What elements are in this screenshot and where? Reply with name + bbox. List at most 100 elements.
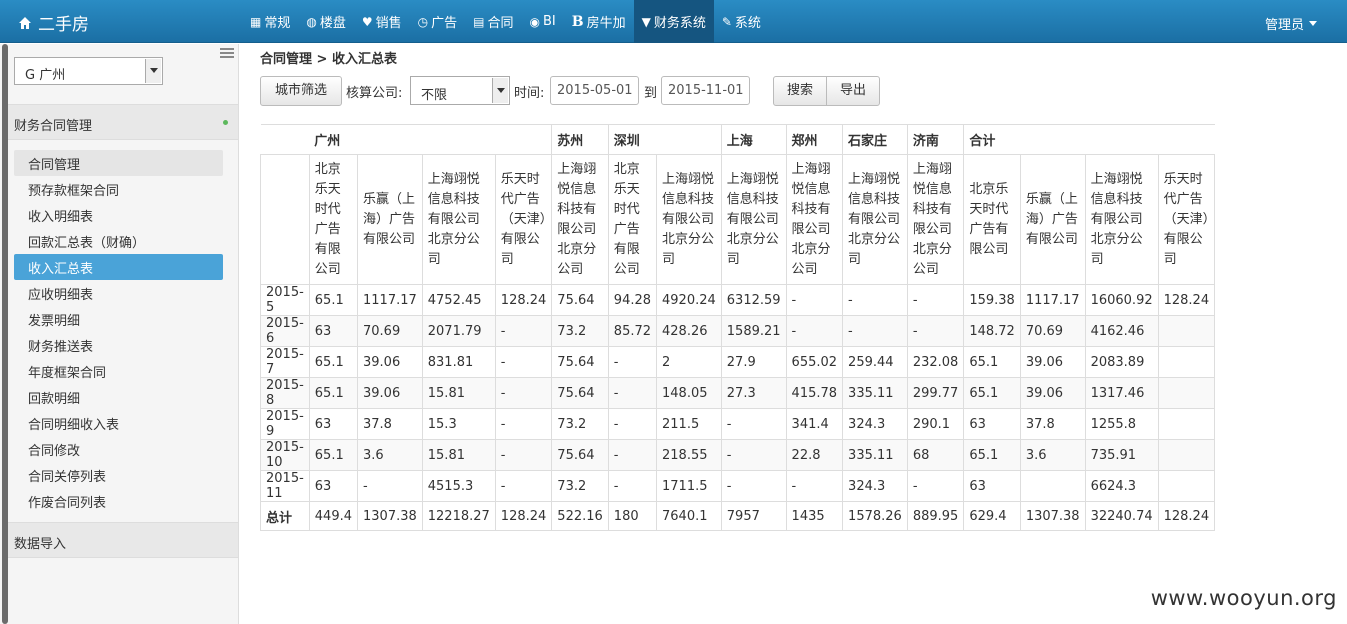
value-cell: 65.1	[963, 439, 1021, 471]
value-cell: 3.6	[1019, 439, 1086, 471]
city-header-row: 广州 苏州 深圳 上海 郑州 石家庄 济南 合计	[260, 124, 1215, 155]
company-header: 上海翊悦信息科技有限公司北京分公司	[1084, 154, 1159, 285]
value-cell	[1157, 315, 1216, 347]
sidebar-item-11[interactable]: 合同修改	[14, 436, 223, 462]
period-header	[260, 154, 310, 285]
value-cell: -	[785, 315, 844, 347]
nav-item-3[interactable]: ◷ 广告	[410, 0, 466, 43]
company-header: 上海翊悦信息科技有限公司北京分公司	[906, 154, 965, 285]
value-cell: 3.6	[357, 439, 423, 471]
value-cell	[1157, 470, 1216, 502]
value-cell: 75.64	[551, 346, 609, 378]
value-cell: 70.69	[357, 315, 423, 347]
value-cell: 63	[308, 408, 359, 440]
nav-item-6[interactable]: B 房牛加	[564, 0, 634, 43]
company-header-row: 北京乐天时代广告有限公司 乐赢（上海）广告有限公司 上海翊悦信息科技有限公司北京分公…	[260, 154, 1216, 285]
value-cell: -	[357, 470, 423, 502]
brand[interactable]: 二手房	[18, 10, 89, 35]
top-navbar: 二手房 ▦ 常规 ◍ 楼盘 ♥ 销售 ◷ 广告 ▤ 合同 ◉ BI B 房牛加 ▼ 财务系统 ✎ 系统 管理员	[0, 0, 1347, 43]
menu-collapse-icon[interactable]	[220, 48, 234, 58]
time-label: 时间:	[514, 86, 545, 101]
sidebar-item-4[interactable]: 收入汇总表	[14, 254, 223, 280]
value-cell: -	[842, 284, 908, 316]
value-cell: 37.8	[357, 408, 423, 440]
nav-item-8[interactable]: ✎ 系统	[714, 0, 769, 43]
city-select[interactable]: G 广州	[14, 57, 163, 85]
value-cell: -	[494, 377, 553, 409]
nav-item-4[interactable]: ▤ 合同	[465, 0, 521, 43]
city-header: 上海	[720, 124, 787, 155]
value-cell: -	[785, 284, 844, 316]
value-cell: -	[607, 346, 658, 378]
clock-icon: ◷	[417, 14, 429, 29]
value-cell: -	[607, 408, 658, 440]
sidebar-item-5[interactable]: 应收明细表	[14, 280, 223, 306]
company-select[interactable]: 不限	[410, 76, 510, 105]
search-button[interactable]: 搜索	[773, 76, 827, 106]
sidebar-section-import[interactable]: 数据导入	[8, 522, 238, 558]
value-cell: 2083.89	[1084, 346, 1159, 378]
nav-item-2[interactable]: ♥ 销售	[354, 0, 410, 43]
heart-icon: ♥	[361, 14, 373, 29]
sidebar-item-1[interactable]: 预存款框架合同	[14, 176, 223, 202]
value-cell: -	[607, 470, 658, 502]
status-dot-icon	[223, 120, 228, 125]
sidebar-item-13[interactable]: 作废合同列表	[14, 488, 223, 514]
value-cell: 65.1	[308, 346, 359, 378]
company-select-value: 不限	[421, 88, 448, 103]
export-button[interactable]: 导出	[826, 76, 880, 106]
value-cell: 1435	[785, 501, 844, 531]
nav-item-5[interactable]: ◉ BI	[522, 0, 564, 43]
value-cell: 428.26	[656, 315, 722, 347]
value-cell: 1578.26	[842, 501, 908, 531]
user-menu[interactable]: 管理员	[1265, 14, 1317, 33]
value-cell: 341.4	[785, 408, 844, 440]
dropdown-arrow-icon	[145, 59, 161, 83]
city-filter-button[interactable]: 城市筛选	[260, 76, 342, 106]
company-header: 北京乐天时代广告有限公司	[308, 154, 359, 285]
value-cell: 128.24	[494, 501, 553, 531]
sidebar-section-finance[interactable]: 财务合同管理	[8, 104, 238, 140]
value-cell: 1307.38	[357, 501, 423, 531]
table-row: 2015-5 65.1 1117.17 4752.45 128.24 75.64 94.28…	[260, 284, 1216, 316]
sidebar-item-8[interactable]: 年度框架合同	[14, 358, 223, 384]
value-cell: 73.2	[551, 315, 609, 347]
value-cell: -	[906, 284, 965, 316]
sidebar-item-3[interactable]: 回款汇总表（财确）	[14, 228, 223, 254]
table-row: 总计 449.4 1307.38 12218.27 128.24 522.16 180 764…	[260, 501, 1216, 531]
company-header: 上海翊悦信息科技有限公司北京分公司	[421, 154, 496, 285]
value-cell: 159.38	[963, 284, 1021, 316]
value-cell: -	[494, 408, 553, 440]
nav-item-7[interactable]: ▼ 财务系统	[633, 0, 714, 43]
value-cell: 7640.1	[656, 501, 722, 531]
nav-item-1[interactable]: ◍ 楼盘	[298, 0, 354, 43]
city-header: 深圳	[607, 124, 722, 155]
sidebar-section-finance-label: 财务合同管理	[14, 119, 93, 134]
value-cell: 128.24	[494, 284, 553, 316]
sidebar-item-7[interactable]: 财务推送表	[14, 332, 223, 358]
sidebar-item-2[interactable]: 收入明细表	[14, 202, 223, 228]
income-summary-table: 广州 苏州 深圳 上海 郑州 石家庄 济南 合计 北京乐天时代广告有限公司 乐赢（上海）广告有限…	[260, 124, 1216, 531]
value-cell: -	[494, 470, 553, 502]
value-cell: 148.72	[963, 315, 1021, 347]
sidebar-item-12[interactable]: 合同关停列表	[14, 462, 223, 488]
b-logo-icon: B	[571, 13, 584, 30]
nav-item-0[interactable]: ▦ 常规	[242, 0, 298, 43]
value-cell: 4162.46	[1084, 315, 1159, 347]
value-cell: 63	[963, 470, 1021, 502]
sidebar-item-6[interactable]: 发票明细	[14, 306, 223, 332]
value-cell: 85.72	[607, 315, 658, 347]
value-cell: 73.2	[551, 408, 609, 440]
sidebar-item-10[interactable]: 合同明细收入表	[14, 410, 223, 436]
company-label: 核算公司:	[346, 86, 403, 101]
sidebar-item-9[interactable]: 回款明细	[14, 384, 223, 410]
date-to-input[interactable]	[661, 76, 750, 105]
main-nav: ▦ 常规 ◍ 楼盘 ♥ 销售 ◷ 广告 ▤ 合同 ◉ BI B 房牛加 ▼ 财务系统 ✎ 系统	[242, 0, 769, 43]
value-cell	[1157, 439, 1216, 471]
to-label: 到	[644, 86, 658, 101]
sidebar-item-0[interactable]: 合同管理	[14, 150, 223, 176]
value-cell: 290.1	[906, 408, 965, 440]
value-cell: 211.5	[656, 408, 722, 440]
date-from-input[interactable]	[550, 76, 639, 105]
value-cell: 232.08	[906, 346, 965, 378]
